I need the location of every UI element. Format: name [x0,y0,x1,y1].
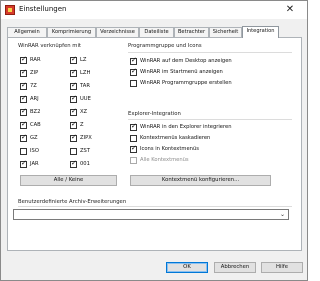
checkbox[interactable] [130,144,137,153]
checkbox[interactable] [20,55,27,64]
checkbox[interactable] [130,135,137,142]
checkbox-label: 001 [80,161,90,167]
checkbox-label: WinRAR Programmgruppe erstellen [140,80,232,86]
checkbox[interactable] [70,68,77,77]
checkbox[interactable] [70,148,77,155]
checkbox[interactable] [20,159,27,168]
checkbox-label: ARJ [30,96,39,102]
checkbox-label: LZ [80,57,87,63]
tab-komprimierung[interactable]: Komprimierung [47,27,96,37]
checkbox-label: ISO [30,148,39,154]
checkbox-label: ZIPX [80,135,92,141]
checkbox[interactable] [20,68,27,77]
checkbox[interactable] [130,80,137,87]
tab-betrachter[interactable]: Betrachter [174,27,209,37]
checkbox-label: ZST [80,148,91,154]
checkbox-label: GZ [30,135,38,141]
checkbox-label: JAR [30,161,39,167]
checkbox[interactable] [70,159,77,168]
checkbox-label: RAR [30,57,41,63]
settings-dialog: Einstellungen ✕ Allgemein Komprimierung … [0,0,308,281]
tab-strip: Allgemein Komprimierung Verzeichnisse Da… [7,26,303,38]
title-bar: Einstellungen ✕ [1,1,307,19]
tab-dateiliste[interactable]: Dateiliste [139,27,174,37]
cancel-button[interactable]: Abbrechen [214,262,256,273]
checkbox[interactable] [130,56,137,65]
checkbox-label: Alle Kontextmenüs [140,157,189,163]
checkbox[interactable] [20,133,27,142]
select-all-none-button[interactable]: Alle / Keine [20,175,117,186]
checkbox [130,157,137,164]
tab-allgemein[interactable]: Allgemein [7,27,47,37]
checkbox-label: ZIP [30,70,39,76]
user-archives-input[interactable]: ⌄ [13,209,289,220]
user-archives-title: Benutzerdefinierte Archiv-Erweiterungen [18,199,127,205]
associations-title: WinRAR verknüpfen mit [18,43,81,49]
checkbox-label: Kontextmenüs kaskadieren [140,135,211,141]
divider [128,119,292,120]
checkbox[interactable] [70,94,77,103]
program-group-title: Programmgruppe und Icons [128,43,202,49]
window-title: Einstellungen [19,5,67,13]
checkbox[interactable] [70,55,77,64]
checkbox-label: LZH [80,70,91,76]
checkbox-label: WinRAR im Startmenü anzeigen [140,69,223,75]
checkbox-label: Z [80,122,84,128]
chevron-down-icon[interactable]: ⌄ [280,210,285,219]
checkbox[interactable] [70,107,77,116]
divider [128,52,292,53]
checkbox[interactable] [130,67,137,76]
tab-verzeichnisse[interactable]: Verzeichnisse [96,27,139,37]
help-button[interactable]: Hilfe [261,262,303,273]
checkbox[interactable] [70,81,77,90]
checkbox-label: BZ2 [30,109,41,115]
close-icon[interactable]: ✕ [273,1,307,19]
checkbox-label: UUE [80,96,91,102]
checkbox-label: TAR [80,83,90,89]
checkbox-label: XZ [80,109,88,115]
checkbox-label: 7Z [30,83,37,89]
tab-sicherheit[interactable]: Sicherheit [209,27,242,37]
checkbox[interactable] [70,133,77,142]
tab-integration[interactable]: Integration [242,26,279,38]
divider [18,206,292,207]
checkbox-label: WinRAR in den Explorer integrieren [140,124,232,130]
checkbox[interactable] [130,122,137,131]
checkbox[interactable] [20,81,27,90]
checkbox[interactable] [20,107,27,116]
ok-button[interactable]: OK [166,262,208,273]
checkbox-label: WinRAR auf dem Desktop anzeigen [140,58,232,64]
checkbox[interactable] [20,120,27,129]
shell-integration-title: Explorer-Integration [128,111,181,117]
checkbox[interactable] [20,148,27,155]
winrar-icon [5,5,15,15]
checkbox[interactable] [70,120,77,129]
checkbox-label: Icons in Kontextmenüs [140,146,199,152]
configure-context-menu-button[interactable]: Kontextmenü konfigurieren... [130,175,271,186]
checkbox[interactable] [20,94,27,103]
checkbox-label: CAB [30,122,41,128]
